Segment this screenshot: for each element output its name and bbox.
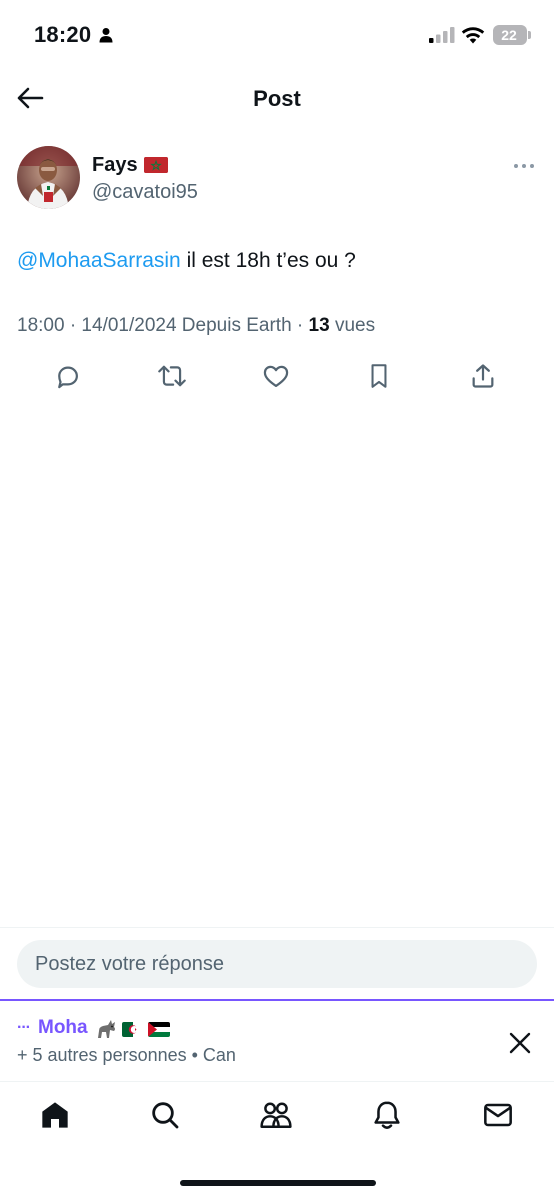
bottom-nav [0,1082,554,1152]
views-label: vues [329,315,376,336]
mention-link[interactable]: @MohaaSarrasin [17,249,181,272]
communities-icon [260,1102,292,1129]
person-icon [99,28,113,43]
search-icon [152,1102,179,1129]
bookmark-icon [371,364,387,388]
presence-dots: ··· [17,1019,31,1036]
notifications-icon [374,1101,400,1129]
author-name[interactable]: Fays [92,154,138,177]
reply-input[interactable]: Postez votre réponse [17,940,537,988]
presence-subtitle: + 5 autres personnes • Can [17,1045,236,1065]
flag-algeria [122,1021,144,1037]
bookmark-button[interactable] [361,358,397,394]
home-icon [42,1102,68,1128]
share-icon [472,364,494,388]
views-count[interactable]: 13 [309,315,330,336]
presence-name: Moha [38,1017,88,1038]
avatar[interactable] [17,146,80,209]
post-text: @MohaaSarrasin il est 18h t’es ou ? [17,248,356,274]
share-button[interactable] [465,358,501,394]
donkey-icon [98,1020,115,1038]
more-dots-icon [514,164,534,168]
page-title: Post [253,86,301,111]
battery-tip [528,31,531,39]
reply-button[interactable] [50,358,86,394]
post-actions [0,358,554,394]
reply-icon [58,366,78,389]
nav-messages[interactable] [481,1098,515,1132]
header: Post [0,70,554,126]
avatar-image [17,146,80,209]
retweet-icon [158,365,186,387]
signal-icon [429,27,455,43]
presence-banner[interactable]: ··· Moha + 5 autres personnes • Can [0,1001,554,1081]
post-timestamp-source: 18:00 · 14/01/2024 Depuis Earth · [17,315,309,336]
messages-icon [484,1103,512,1127]
home-indicator [180,1180,376,1186]
post-text-body: il est 18h t’es ou ? [180,249,356,272]
wifi-icon [461,27,485,44]
flag-palestine [148,1021,170,1037]
reply-placeholder: Postez votre réponse [35,952,224,975]
more-button[interactable] [510,156,538,176]
nav-notifications[interactable] [370,1098,404,1132]
nav-search[interactable] [148,1098,182,1132]
status-bar: 18:20 22 [0,0,554,70]
post-meta: 18:00 · 14/01/2024 Depuis Earth · 13 vue… [17,315,375,337]
close-icon [509,1032,531,1054]
nav-home[interactable] [38,1098,72,1132]
presence-emojis [94,1018,170,1040]
status-time: 18:20 [34,22,92,47]
divider [0,927,554,928]
like-button[interactable] [258,358,294,394]
battery-icon: 22 [493,25,527,45]
battery-level-text: 22 [501,27,517,43]
close-button[interactable] [506,1029,534,1057]
retweet-button[interactable] [154,358,190,394]
nav-communities[interactable] [259,1098,293,1132]
flag-morocco [144,157,168,173]
author-handle[interactable]: @cavatoi95 [92,181,198,204]
like-icon [263,365,289,388]
